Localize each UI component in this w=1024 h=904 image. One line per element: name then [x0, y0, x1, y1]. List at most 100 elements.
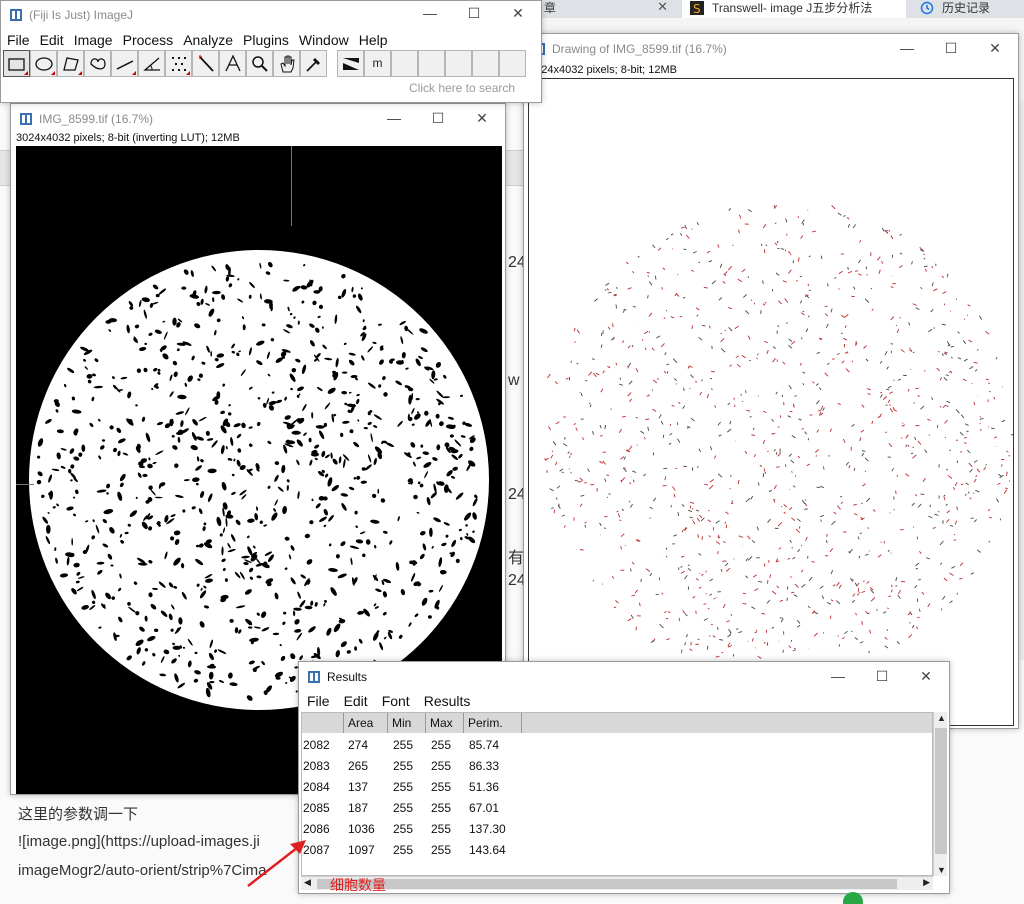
browser-tab-1[interactable]: 章 ✕ [540, 0, 680, 18]
browser-tab-3[interactable]: 历史记录 [912, 0, 1022, 18]
close-icon[interactable]: ✕ [467, 108, 497, 128]
cell-outline [618, 428, 622, 434]
cell-outline [706, 393, 709, 399]
results-window[interactable]: Results — ☐ ✕ File Edit Font Results Area M… [298, 661, 950, 894]
oval-tool-button[interactable] [30, 50, 57, 77]
cell-outline [923, 257, 926, 260]
drawing-window[interactable]: Drawing of IMG_8599.tif (16.7%) — ☐ ✕ 30… [523, 33, 1019, 729]
scrollbar-thumb[interactable] [317, 879, 897, 889]
text-tool-button[interactable] [219, 50, 246, 77]
browser-tab-2[interactable]: S Transwell- image J五步分析法 [682, 0, 906, 18]
scroll-down-icon[interactable]: ▼ [937, 865, 946, 875]
menu-analyze[interactable]: Analyze [183, 31, 233, 49]
column-header[interactable] [302, 713, 344, 733]
maximize-icon[interactable]: ☐ [936, 38, 966, 58]
close-icon[interactable]: ✕ [657, 0, 668, 14]
cell-outline [616, 286, 618, 290]
cell-outline [882, 396, 888, 400]
point-tool-button[interactable] [165, 50, 192, 77]
polygon-tool-button[interactable] [57, 50, 84, 77]
menu-image[interactable]: Image [74, 31, 113, 49]
close-icon[interactable]: ✕ [980, 38, 1010, 58]
macro-tool-button[interactable]: m [364, 50, 391, 77]
table-row[interactable]: 2082 274 255 255 85.74 [302, 735, 922, 756]
table-row[interactable]: 2087 1097 255 255 143.64 [302, 840, 922, 861]
empty-tool-slot[interactable] [499, 50, 526, 77]
table-row[interactable]: 2084 137 255 255 51.36 [302, 777, 922, 798]
drawing-window-titlebar[interactable]: Drawing of IMG_8599.tif (16.7%) — ☐ ✕ [524, 34, 1018, 64]
dropper-tool-button[interactable] [300, 50, 327, 77]
empty-tool-slot[interactable] [472, 50, 499, 77]
menu-file[interactable]: File [307, 692, 330, 710]
empty-tool-slot[interactable] [445, 50, 472, 77]
cell-outline [599, 522, 602, 527]
menu-edit[interactable]: Edit [344, 692, 368, 710]
empty-tool-slot[interactable] [418, 50, 445, 77]
menu-results[interactable]: Results [424, 692, 471, 710]
search-input[interactable]: Click here to search [409, 81, 515, 95]
column-header[interactable]: Max [426, 713, 464, 733]
column-header[interactable]: Perim. [464, 713, 522, 733]
minimize-icon[interactable]: — [892, 38, 922, 58]
cell-outline [720, 332, 723, 335]
line-tool-button[interactable] [111, 50, 138, 77]
wand-tool-button[interactable] [192, 50, 219, 77]
minimize-icon[interactable]: — [823, 666, 853, 686]
cell-outline [660, 420, 664, 425]
cell-outline [711, 388, 713, 391]
table-row[interactable]: 2085 187 255 255 67.01 [302, 798, 922, 819]
table-cell: 137.30 [469, 822, 506, 836]
cell-outline [788, 345, 793, 349]
image-window-titlebar[interactable]: IMG_8599.tif (16.7%) — ☐ ✕ [11, 104, 505, 134]
cell-outline [683, 248, 687, 251]
menu-plugins[interactable]: Plugins [243, 31, 289, 49]
freehand-tool-button[interactable] [84, 50, 111, 77]
menu-window[interactable]: Window [299, 31, 349, 49]
cell-outline [872, 509, 876, 512]
drawing-canvas[interactable] [528, 78, 1014, 726]
menu-edit[interactable]: Edit [40, 31, 64, 49]
cell-outline [627, 362, 632, 368]
menu-help[interactable]: Help [359, 31, 388, 49]
cell-outline [853, 513, 858, 516]
horizontal-scrollbar[interactable]: ◀ ▶ [301, 876, 933, 890]
cell-outline [907, 388, 910, 392]
column-header[interactable]: Area [344, 713, 388, 733]
cell-outline [852, 593, 856, 597]
menu-file[interactable]: File [7, 31, 30, 49]
column-header[interactable]: Min [388, 713, 426, 733]
vertical-scrollbar[interactable]: ▲ ▼ [933, 712, 947, 876]
close-icon[interactable]: ✕ [503, 3, 533, 23]
cell-outline [865, 553, 869, 556]
maximize-icon[interactable]: ☐ [867, 666, 897, 686]
table-cell: 143.64 [469, 843, 506, 857]
cell-outline [864, 457, 869, 462]
minimize-icon[interactable]: — [415, 3, 445, 23]
rectangle-tool-button[interactable] [3, 50, 30, 77]
lut-tool-button[interactable] [337, 50, 364, 77]
cell-outline [620, 456, 625, 460]
imagej-titlebar[interactable]: (Fiji Is Just) ImageJ — ☐ ✕ [1, 1, 541, 31]
hand-tool-button[interactable] [273, 50, 300, 77]
cell-outline [794, 394, 797, 398]
results-titlebar[interactable]: Results — ☐ ✕ [299, 662, 949, 692]
menu-font[interactable]: Font [382, 692, 410, 710]
scrollbar-thumb[interactable] [935, 728, 947, 854]
menu-process[interactable]: Process [123, 31, 174, 49]
magnifier-tool-button[interactable] [246, 50, 273, 77]
cell-outline [745, 557, 749, 562]
table-row[interactable]: 2086 1036 255 255 137.30 [302, 819, 922, 840]
maximize-icon[interactable]: ☐ [459, 3, 489, 23]
minimize-icon[interactable]: — [379, 108, 409, 128]
angle-tool-button[interactable] [138, 50, 165, 77]
cell-outline [756, 526, 759, 531]
imagej-main-window[interactable]: (Fiji Is Just) ImageJ — ☐ ✕ File Edit Imag… [0, 0, 542, 103]
close-icon[interactable]: ✕ [911, 666, 941, 686]
empty-tool-slot[interactable] [391, 50, 418, 77]
table-row[interactable]: 2083 265 255 255 86.33 [302, 756, 922, 777]
maximize-icon[interactable]: ☐ [423, 108, 453, 128]
cell-outline [548, 426, 552, 431]
results-table[interactable]: Area Min Max Perim. 2082 274 255 255 85.… [301, 712, 933, 876]
scroll-right-icon[interactable]: ▶ [923, 877, 930, 888]
scroll-up-icon[interactable]: ▲ [937, 713, 946, 723]
